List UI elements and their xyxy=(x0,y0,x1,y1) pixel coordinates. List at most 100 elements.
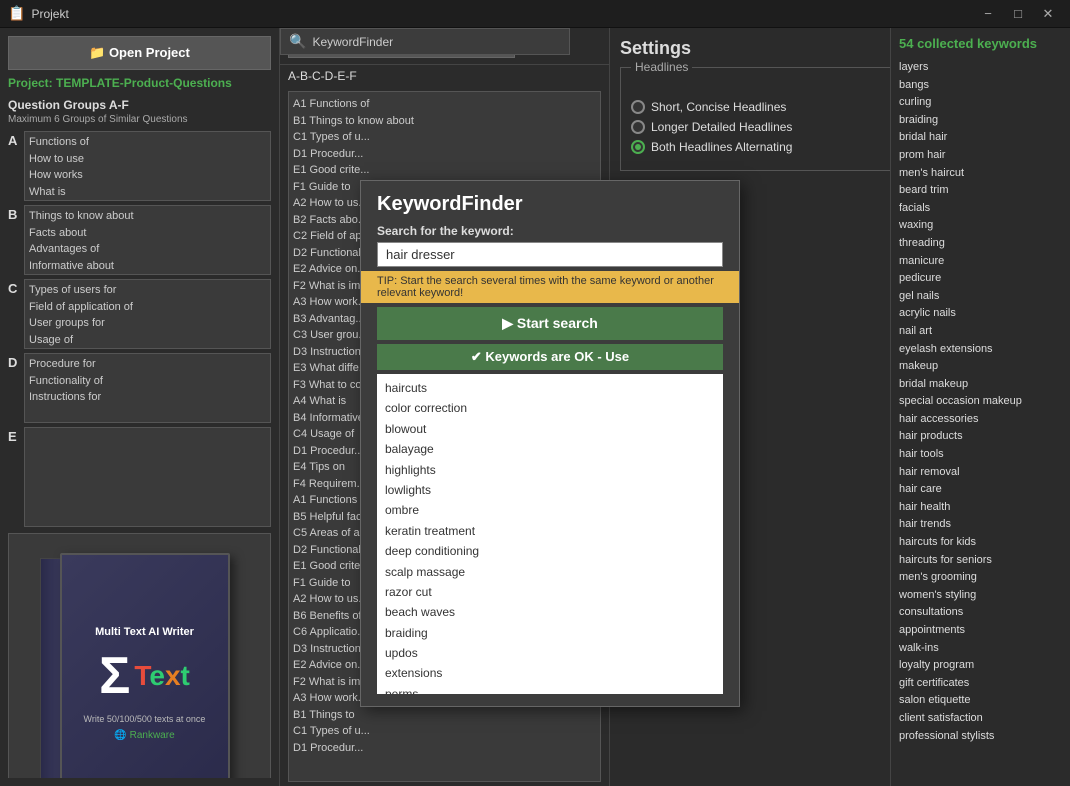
maximize-button[interactable]: □ xyxy=(1004,0,1032,28)
kf-search-input[interactable] xyxy=(377,242,723,267)
keyword-collected: pedicure xyxy=(899,270,1062,288)
headlines-group-title: Headlines xyxy=(631,60,692,74)
group-list-c[interactable]: Types of users for Field of application … xyxy=(24,279,271,349)
radio-both[interactable] xyxy=(631,140,645,154)
keyword-collected: waxing xyxy=(899,217,1062,235)
groups-container: A Functions of How to use How works What… xyxy=(8,131,271,778)
keyword-collected: gel nails xyxy=(899,288,1062,306)
keyword-collected: curling xyxy=(899,94,1062,112)
keyword-item: perms xyxy=(385,684,715,694)
list-item: Advantages of xyxy=(29,241,266,258)
keyword-item: highlights xyxy=(385,460,715,480)
keyword-collected: facials xyxy=(899,200,1062,218)
group-sublabel: Maximum 6 Groups of Similar Questions xyxy=(8,114,271,125)
keyword-collected: acrylic nails xyxy=(899,305,1062,323)
keyword-collected: haircuts for seniors xyxy=(899,552,1062,570)
radio-short[interactable] xyxy=(631,100,645,114)
list-item: How to use xyxy=(29,151,266,168)
list-item: Facts about xyxy=(29,225,266,242)
keyword-collected: client satisfaction xyxy=(899,710,1062,728)
radio-longer[interactable] xyxy=(631,120,645,134)
group-letter-b: B xyxy=(8,205,24,222)
book-sigma: Σ xyxy=(99,646,130,706)
keyword-item: lowlights xyxy=(385,480,715,500)
keyword-collected: braiding xyxy=(899,112,1062,130)
keyword-collected: layers xyxy=(899,59,1062,77)
kf-tip: TIP: Start the search several times with… xyxy=(361,271,739,303)
book-title: Multi Text AI Writer xyxy=(95,626,194,638)
keyword-item: updos xyxy=(385,643,715,663)
list-item: B1 Things to know about xyxy=(293,113,596,130)
keyword-item: haircuts xyxy=(385,378,715,398)
keyword-collected: hair products xyxy=(899,428,1062,446)
keyword-item: blowout xyxy=(385,419,715,439)
list-item: D1 Procedur... xyxy=(293,146,596,163)
list-item: Functions of xyxy=(29,134,266,151)
group-label: Question Groups A-F xyxy=(8,98,271,112)
kf-keywords-list[interactable]: haircuts color correction blowout balaya… xyxy=(377,374,723,694)
list-item: Usage of xyxy=(29,332,266,349)
list-item: C1 Types of u... xyxy=(293,129,596,146)
keyword-collected: hair care xyxy=(899,481,1062,499)
keyword-collected: bridal makeup xyxy=(899,376,1062,394)
keyword-collected: bridal hair xyxy=(899,129,1062,147)
book-subtitle: Write 50/100/500 texts at once xyxy=(84,714,206,724)
collected-keywords-title: 54 collected keywords xyxy=(899,36,1062,51)
list-item: C1 Types of u... xyxy=(293,723,596,740)
radio-longer-label: Longer Detailed Headlines xyxy=(651,120,792,134)
keyword-collected: manicure xyxy=(899,253,1062,271)
book-cover: Multi Text AI Writer Σ Text Write 50/100… xyxy=(60,553,230,778)
open-project-button[interactable]: 📁 Open Project xyxy=(8,36,271,70)
list-item: Instructions for xyxy=(29,389,266,406)
group-row-b: B Things to know about Facts about Advan… xyxy=(8,205,271,275)
keyword-item: ombre xyxy=(385,500,715,520)
keyword-collected: gift certificates xyxy=(899,675,1062,693)
kf-title: KeywordFinder xyxy=(361,181,739,220)
keyword-item: beach waves xyxy=(385,602,715,622)
project-name: Project: TEMPLATE-Product-Questions xyxy=(8,76,271,90)
book-brand: 🌐 Rankware xyxy=(114,730,174,741)
kf-search-label: Search for the keyword: xyxy=(361,220,739,240)
keyword-collected: women's styling xyxy=(899,587,1062,605)
abcdef-label: A-B-C-D-E-F xyxy=(280,65,609,87)
keyword-collected: bangs xyxy=(899,77,1062,95)
book-text-word: Text xyxy=(134,660,190,692)
keyword-collected: hair accessories xyxy=(899,411,1062,429)
group-list-d[interactable]: Procedure for Functionality of Instructi… xyxy=(24,353,271,423)
list-item: Functionality of xyxy=(29,373,266,390)
list-item: Informative about xyxy=(29,258,266,275)
kf-tab-icon: 🔍 xyxy=(289,33,306,50)
keyword-item: keratin treatment xyxy=(385,521,715,541)
minimize-button[interactable]: − xyxy=(974,0,1002,28)
title-bar-controls: − □ ✕ xyxy=(974,0,1062,28)
keyword-collected: men's grooming xyxy=(899,569,1062,587)
close-button[interactable]: ✕ xyxy=(1034,0,1062,28)
list-item: A1 Functions of xyxy=(293,96,596,113)
keyword-collected: hair tools xyxy=(899,446,1062,464)
title-bar-left: 📋 Projekt xyxy=(8,5,69,22)
keyword-collected: consultations xyxy=(899,604,1062,622)
keywordfinder-tab[interactable]: 🔍 KeywordFinder xyxy=(280,28,570,55)
keyword-collected: appointments xyxy=(899,622,1062,640)
list-item: How works xyxy=(29,167,266,184)
group-list-b[interactable]: Things to know about Facts about Advanta… xyxy=(24,205,271,275)
group-letter-d: D xyxy=(8,353,24,370)
kf-start-button[interactable]: ▶ Start search xyxy=(377,307,723,340)
list-item: Types of users for xyxy=(29,282,266,299)
keyword-collected: eyelash extensions xyxy=(899,341,1062,359)
keywordfinder-window: KeywordFinder Search for the keyword: TI… xyxy=(360,180,740,707)
group-list-e[interactable] xyxy=(24,427,271,527)
keyword-item: scalp massage xyxy=(385,562,715,582)
keyword-collected: hair removal xyxy=(899,464,1062,482)
keyword-collected: makeup xyxy=(899,358,1062,376)
group-row-c: C Types of users for Field of applicatio… xyxy=(8,279,271,349)
radio-short-label: Short, Concise Headlines xyxy=(651,100,786,114)
group-list-a[interactable]: Functions of How to use How works What i… xyxy=(24,131,271,201)
list-item: E1 Good crite... xyxy=(293,162,596,179)
kf-tab-label: KeywordFinder xyxy=(312,35,393,49)
keyword-collected: threading xyxy=(899,235,1062,253)
group-letter-a: A xyxy=(8,131,24,148)
group-letter-e: E xyxy=(8,427,24,444)
collected-keywords-panel: 54 collected keywords layers bangs curli… xyxy=(890,28,1070,786)
list-item: Procedure for xyxy=(29,356,266,373)
